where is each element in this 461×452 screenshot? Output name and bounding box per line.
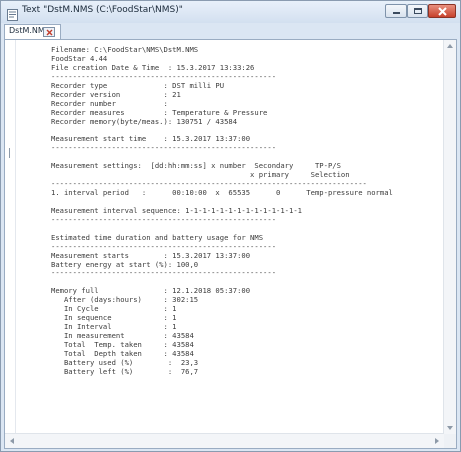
text-line: Battery left (%) : 76,7 <box>51 366 199 376</box>
text-line: ----------------------------------------… <box>51 214 277 224</box>
document-text-icon <box>7 6 18 21</box>
scroll-left-arrow-icon[interactable] <box>10 438 14 444</box>
tab-strip: DstM.NMS <box>1 23 460 39</box>
editor-window: Text "DstM.NMS (C:\FoodStar\NMS)" DstM.N… <box>0 0 461 452</box>
vertical-scrollbar[interactable] <box>443 40 456 434</box>
scrollbar-corner <box>444 434 456 448</box>
minimize-button[interactable] <box>385 4 407 18</box>
text-line: 1. interval period : 00:10:00 x 65535 0 … <box>51 188 393 197</box>
scroll-right-arrow-icon[interactable] <box>435 438 439 444</box>
title-bar[interactable]: Text "DstM.NMS (C:\FoodStar\NMS)" <box>1 1 460 23</box>
scroll-down-arrow-icon[interactable] <box>447 426 453 430</box>
maximize-icon <box>414 8 422 14</box>
close-icon <box>46 29 53 36</box>
line-gutter <box>5 40 16 434</box>
text-line: Filename: C:\FoodStar\NMS\DstM.NMS <box>51 46 199 54</box>
text-content[interactable]: Filename: C:\FoodStar\NMS\DstM.NMS FoodSt… <box>51 46 431 432</box>
text-editor[interactable]: Filename: C:\FoodStar\NMS\DstM.NMS FoodSt… <box>4 39 457 449</box>
minimize-icon <box>393 12 400 14</box>
text-line: ----------------------------------------… <box>51 268 277 278</box>
tab-close-button[interactable] <box>43 27 55 37</box>
window-title: Text "DstM.NMS (C:\FoodStar\NMS)" <box>22 5 183 15</box>
horizontal-scrollbar[interactable] <box>5 433 444 448</box>
scroll-up-arrow-icon[interactable] <box>447 44 453 48</box>
text-line: Recorder memory(byte/meas.): 130751 / 43… <box>51 116 238 126</box>
caret-marker <box>9 148 10 158</box>
maximize-button[interactable] <box>407 4 428 18</box>
tab-dstm-nms[interactable]: DstM.NMS <box>4 24 61 39</box>
close-button[interactable] <box>428 4 456 18</box>
close-icon <box>438 7 447 16</box>
text-line: ----------------------------------------… <box>51 143 277 153</box>
